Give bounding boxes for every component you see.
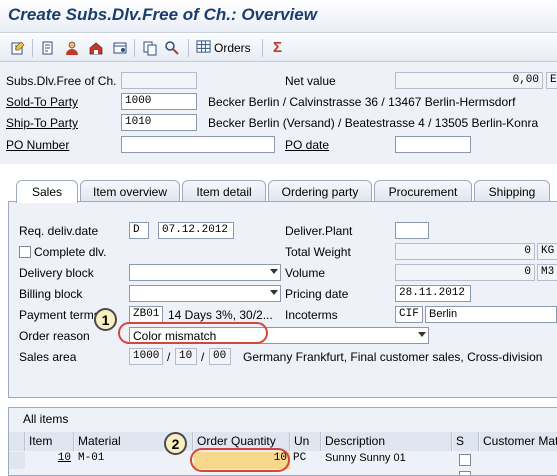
- cell-unit[interactable]: PC: [291, 452, 321, 469]
- callout-badge-2: 2: [164, 432, 187, 455]
- tab-strip: Sales Item overview Item detail Ordering…: [0, 180, 557, 203]
- toolbar-separator: [262, 39, 263, 57]
- volume-unit-field[interactable]: M3: [537, 264, 557, 281]
- document-icon[interactable]: [38, 38, 57, 57]
- req-deliv-type-field[interactable]: D: [129, 222, 149, 239]
- deliver-plant-label: Deliver.Plant: [285, 224, 353, 238]
- application-toolbar: Orders Σ: [0, 34, 557, 62]
- doc-label: Subs.Dlv.Free of Ch.: [6, 74, 117, 88]
- tab-ordering-party[interactable]: Ordering party: [268, 180, 372, 202]
- sales-tab-panel: Req. deliv.date D 07.12.2012 Deliver.Pla…: [8, 201, 557, 398]
- req-deliv-label: Req. deliv.date: [19, 224, 99, 238]
- col-header-unit[interactable]: Un: [291, 432, 321, 451]
- net-value-label: Net value: [285, 74, 336, 88]
- col-header-description[interactable]: Description: [322, 432, 452, 451]
- sold-to-description: Becker Berlin / Calvinstrasse 36 / 13467…: [208, 95, 516, 109]
- col-header-customer-mat[interactable]: Customer Mat: [480, 432, 557, 451]
- orders-icon: [196, 39, 211, 57]
- orders-button[interactable]: Orders: [196, 38, 256, 57]
- order-reason-label: Order reason: [19, 329, 90, 343]
- row-selector[interactable]: [9, 452, 25, 469]
- sum-icon[interactable]: Σ: [268, 38, 287, 57]
- cell-s-checkbox[interactable]: [459, 454, 471, 466]
- chevron-down-icon: [270, 290, 278, 295]
- chevron-down-icon: [270, 269, 278, 274]
- toolbar-separator: [32, 39, 33, 57]
- ship-to-description: Becker Berlin (Versand) / Beatestrasse 4…: [208, 116, 539, 130]
- highlight-oval-order-quantity: [190, 448, 290, 472]
- slash-separator: /: [201, 350, 205, 364]
- tab-item-overview[interactable]: Item overview: [80, 180, 180, 202]
- sales-area-description: Germany Frankfurt, Final customer sales,…: [243, 350, 543, 364]
- total-weight-label: Total Weight: [285, 245, 351, 259]
- title-bar: Create Subs.Dlv.Free of Ch.: Overview: [0, 0, 557, 33]
- tab-item-detail[interactable]: Item detail: [182, 180, 266, 202]
- sold-to-field[interactable]: 1000: [121, 93, 197, 110]
- callout-badge-1: 1: [94, 308, 117, 331]
- header-icon[interactable]: [86, 38, 105, 57]
- col-header-s[interactable]: S: [453, 432, 479, 451]
- delivery-block-label: Delivery block: [19, 266, 94, 280]
- payment-terms-description: 14 Days 3%, 30/2...: [168, 308, 273, 322]
- division-field[interactable]: 00: [209, 348, 231, 365]
- incoterms-label: Incoterms: [285, 308, 338, 322]
- search-icon[interactable]: [162, 38, 181, 57]
- req-deliv-date-field[interactable]: 07.12.2012: [158, 222, 234, 239]
- ship-to-field[interactable]: 1010: [121, 114, 197, 131]
- po-number-label[interactable]: PO Number: [6, 138, 69, 152]
- display-change-icon[interactable]: [8, 38, 27, 57]
- tab-procurement[interactable]: Procurement: [374, 180, 472, 202]
- po-number-field[interactable]: [121, 136, 275, 153]
- col-header-item[interactable]: Item: [26, 432, 74, 451]
- sold-to-label[interactable]: Sold-To Party: [6, 95, 78, 109]
- header-section: Subs.Dlv.Free of Ch. Net value 0,00 E So…: [0, 62, 557, 164]
- orders-label: Orders: [214, 40, 251, 55]
- tab-sales[interactable]: Sales: [16, 180, 78, 203]
- slash-separator: /: [167, 350, 171, 364]
- doc-number-field[interactable]: [121, 72, 197, 89]
- volume-label: Volume: [285, 266, 326, 280]
- delivery-block-dropdown[interactable]: [129, 264, 281, 281]
- highlight-oval-order-reason: [118, 322, 268, 344]
- all-items-label: All items: [23, 412, 69, 426]
- billing-block-dropdown[interactable]: [129, 285, 281, 302]
- billing-block-label: Billing block: [19, 287, 83, 301]
- toolbar-separator: [134, 39, 135, 57]
- header-detail-icon[interactable]: [110, 38, 129, 57]
- partner-icon[interactable]: [62, 38, 81, 57]
- po-date-field[interactable]: [395, 136, 471, 153]
- tab-shipping[interactable]: Shipping: [474, 180, 550, 202]
- pricing-date-field[interactable]: 28.11.2012: [395, 285, 471, 302]
- total-weight-unit-field[interactable]: KG: [537, 243, 557, 260]
- complete-dlv-checkbox[interactable]: [19, 246, 31, 258]
- payment-terms-field[interactable]: ZB01: [129, 306, 163, 323]
- payment-terms-label: Payment terms: [19, 308, 100, 322]
- deliver-plant-field[interactable]: [395, 222, 429, 239]
- dist-channel-field[interactable]: 10: [175, 348, 197, 365]
- cell-item[interactable]: 10: [26, 452, 74, 469]
- chevron-down-icon: [418, 332, 426, 337]
- net-value-field[interactable]: 0,00: [395, 72, 543, 89]
- total-weight-field[interactable]: 0: [395, 243, 535, 260]
- volume-field[interactable]: 0: [395, 264, 535, 281]
- ship-to-label[interactable]: Ship-To Party: [6, 116, 78, 130]
- toolbar-separator: [188, 39, 189, 57]
- complete-dlv-label: Complete dlv.: [34, 245, 107, 259]
- pricing-date-label: Pricing date: [285, 287, 349, 301]
- sales-org-field[interactable]: 1000: [129, 348, 163, 365]
- po-date-label[interactable]: PO date: [285, 138, 329, 152]
- row-selector-header[interactable]: [9, 432, 25, 451]
- net-currency-field[interactable]: E: [546, 72, 557, 89]
- copy-icon[interactable]: [140, 38, 159, 57]
- cell-description[interactable]: Sunny Sunny 01: [322, 452, 452, 469]
- empty-row-checkbox[interactable]: [459, 471, 471, 475]
- sales-area-label: Sales area: [19, 350, 77, 364]
- incoterms-field[interactable]: CIF: [395, 306, 423, 323]
- page-title: Create Subs.Dlv.Free of Ch.: Overview: [8, 5, 317, 24]
- incoterms-location-field[interactable]: Berlin: [425, 306, 557, 323]
